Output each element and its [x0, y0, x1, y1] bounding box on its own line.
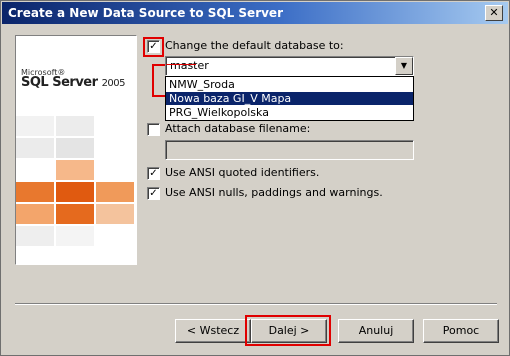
cancel-button[interactable]: Anuluj: [338, 319, 414, 343]
database-dropdown-list: NMW_Sroda Nowa baza GI_V Mapa PRG_Wielko…: [165, 76, 414, 121]
ansi-quoted-checkbox[interactable]: ✓: [147, 167, 160, 180]
tile: [16, 116, 54, 136]
ansi-nulls-checkbox[interactable]: ✓: [147, 187, 160, 200]
tile: [56, 138, 94, 158]
attach-db-filename-field[interactable]: [165, 140, 414, 160]
tile: [56, 160, 94, 180]
next-button[interactable]: Dalej >: [251, 319, 327, 343]
back-button[interactable]: < Wstecz: [175, 319, 251, 343]
check-icon: ✓: [149, 168, 158, 179]
ansi-quoted-label: Use ANSI quoted identifiers.: [165, 166, 320, 179]
tile: [56, 226, 94, 246]
chevron-down-icon[interactable]: ▼: [395, 57, 413, 75]
product-year: 2005: [101, 78, 126, 89]
database-combo[interactable]: master ▼: [165, 56, 414, 76]
help-button[interactable]: Pomoc: [423, 319, 499, 343]
dropdown-item[interactable]: NMW_Sroda: [166, 78, 413, 91]
ansi-nulls-label: Use ANSI nulls, paddings and warnings.: [165, 186, 383, 199]
tile: [16, 182, 54, 202]
tile: [56, 116, 94, 136]
change-db-checkbox[interactable]: ✓: [147, 40, 160, 53]
tile: [96, 204, 134, 224]
separator: [15, 304, 497, 305]
check-icon: ✓: [149, 188, 158, 199]
dropdown-item[interactable]: PRG_Wielkopolska: [166, 106, 413, 119]
decorative-tiles: [16, 116, 136, 264]
attach-db-checkbox[interactable]: [147, 123, 160, 136]
combo-value: master: [170, 59, 209, 72]
close-button[interactable]: ✕: [485, 5, 503, 21]
window-title: Create a New Data Source to SQL Server: [8, 6, 283, 20]
tile: [56, 182, 94, 202]
attach-db-label: Attach database filename:: [165, 122, 311, 135]
dropdown-item-selected[interactable]: Nowa baza GI_V Mapa: [166, 92, 413, 105]
tile: [16, 204, 54, 224]
annotation-line: [152, 95, 166, 97]
product-name: SQL Server: [21, 75, 98, 90]
check-icon: ✓: [149, 41, 158, 52]
close-icon: ✕: [489, 6, 499, 19]
tile: [16, 226, 54, 246]
change-db-label: Change the default database to:: [165, 39, 344, 52]
tile: [56, 204, 94, 224]
tile: [96, 182, 134, 202]
strike-line: [166, 64, 196, 65]
tile: [16, 138, 54, 158]
sql-server-banner: Microsoft® SQL Server 2005: [15, 35, 137, 265]
title-bar: Create a New Data Source to SQL Server ✕: [2, 2, 508, 24]
annotation-line: [152, 64, 166, 66]
sql-server-logo: SQL Server 2005: [21, 75, 126, 90]
dialog-window: Create a New Data Source to SQL Server ✕…: [0, 0, 510, 356]
annotation-line: [152, 64, 154, 96]
